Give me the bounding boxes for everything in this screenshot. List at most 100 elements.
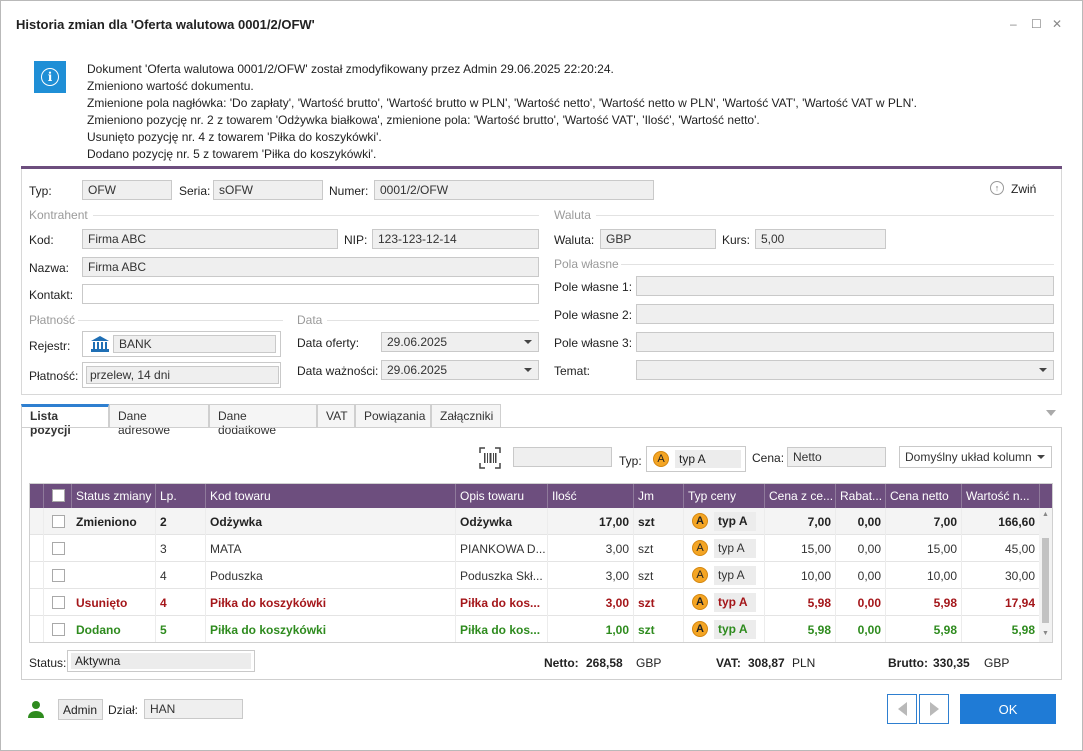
row-checkbox[interactable]: [52, 623, 65, 636]
tab-vat[interactable]: VAT: [317, 404, 355, 428]
barcode-icon[interactable]: [479, 447, 501, 469]
tab-dane-adresowe[interactable]: Dane adresowe: [109, 404, 209, 437]
scroll-down-icon[interactable]: ▼: [1042, 630, 1049, 637]
waluta-field[interactable]: GBP: [600, 229, 716, 249]
table-row[interactable]: 3 MATA PIANKOWA D... 3,00 szt Atyp A 15,00 0,00…: [30, 535, 1040, 562]
cell-cena_z: 10,00: [765, 562, 836, 589]
row-checkbox[interactable]: [52, 596, 65, 609]
user-icon: [27, 700, 45, 718]
minimize-icon[interactable]: –: [1010, 17, 1017, 31]
col-opis-towaru[interactable]: Opis towaru: [456, 484, 548, 508]
seria-field[interactable]: sOFW: [213, 180, 323, 200]
user-field[interactable]: Admin: [58, 699, 103, 720]
row-indicator: [30, 616, 44, 642]
scrollbar-thumb[interactable]: [1042, 538, 1049, 623]
ok-button[interactable]: OK: [960, 694, 1056, 724]
select-all-checkbox[interactable]: [52, 489, 65, 502]
col-status[interactable]: Status zmiany: [72, 484, 156, 508]
collapse-button[interactable]: Zwiń: [1011, 182, 1036, 196]
price-type-value: typ A: [714, 593, 756, 612]
kontakt-field[interactable]: [82, 284, 539, 304]
data-oferty-value: 29.06.2025: [387, 335, 448, 349]
cena-field[interactable]: Netto: [787, 447, 886, 467]
cell-cena_z: 5,98: [765, 589, 836, 616]
cell-cena_z: 5,98: [765, 616, 836, 642]
col-wartosc-netto[interactable]: Wartość n...: [962, 484, 1040, 508]
toolbar-typ-field[interactable]: A typ A: [646, 446, 746, 472]
table-row[interactable]: 4 Poduszka Poduszka Skł... 3,00 szt Atyp A 10,…: [30, 562, 1040, 589]
barcode-input[interactable]: [513, 447, 612, 467]
data-waznosci-field[interactable]: 29.06.2025: [381, 360, 539, 380]
scroll-up-icon[interactable]: ▲: [1042, 511, 1049, 518]
cell-rabat: 0,00: [836, 616, 886, 642]
collapse-icon[interactable]: ↑: [990, 181, 1004, 195]
tab-lista-pozycji[interactable]: Lista pozycji: [21, 404, 109, 437]
price-type-value: typ A: [714, 566, 756, 585]
grid-scrollbar[interactable]: ▲ ▼: [1039, 508, 1052, 642]
nazwa-label: Nazwa:: [29, 261, 70, 275]
col-cena-z-cennika[interactable]: Cena z ce...: [765, 484, 836, 508]
pole1-field[interactable]: [636, 276, 1054, 296]
price-type-badge-icon: A: [692, 513, 708, 529]
previous-button[interactable]: [887, 694, 917, 724]
row-checkbox[interactable]: [52, 542, 65, 555]
nazwa-field[interactable]: Firma ABC: [82, 257, 539, 277]
col-kod-towaru[interactable]: Kod towaru: [206, 484, 456, 508]
col-ilosc[interactable]: Ilość: [548, 484, 634, 508]
kurs-label: Kurs:: [722, 233, 751, 247]
table-row[interactable]: Usunięto 4 Piłka do koszykówki Piłka do kos…: [30, 589, 1040, 616]
temat-field[interactable]: [636, 360, 1054, 380]
cell-ilosc: 17,00: [548, 508, 634, 535]
numer-label: Numer:: [329, 184, 369, 198]
grid-header-indicator: [30, 484, 44, 508]
dropdown-arrow-icon[interactable]: [1039, 368, 1047, 372]
pole3-label: Pole własne 3:: [554, 336, 633, 350]
pole2-field[interactable]: [636, 304, 1054, 324]
table-row[interactable]: Dodano 5 Piłka do koszykówki Piłka do kos..…: [30, 616, 1040, 642]
col-typ-ceny[interactable]: Typ ceny: [684, 484, 765, 508]
bank-icon: [91, 336, 109, 352]
table-row[interactable]: Zmieniono 2 Odżywka Odżywka 17,00 szt Atyp A 7,…: [30, 508, 1040, 535]
dropdown-arrow-icon[interactable]: [524, 340, 532, 344]
status-field[interactable]: Aktywna: [67, 650, 255, 672]
data-waznosci-value: 29.06.2025: [387, 363, 448, 377]
dropdown-arrow-icon[interactable]: [524, 368, 532, 372]
data-section: Data: [297, 313, 323, 327]
kod-field[interactable]: Firma ABC: [82, 229, 338, 249]
tab-powiazania[interactable]: Powiązania: [355, 404, 431, 428]
kurs-field[interactable]: 5,00: [755, 229, 886, 249]
section-divider: [78, 320, 283, 321]
rejestr-field[interactable]: BANK: [82, 331, 281, 357]
row-indicator: [30, 508, 44, 535]
dropdown-arrow-icon[interactable]: [1037, 455, 1045, 459]
brutto-value: 330,35: [933, 656, 970, 670]
col-rabat[interactable]: Rabat...: [836, 484, 886, 508]
col-lp[interactable]: Lp.: [156, 484, 206, 508]
cell-netto: 5,98: [886, 589, 962, 616]
platnosc-field[interactable]: przelew, 14 dni: [82, 362, 281, 388]
data-oferty-field[interactable]: 29.06.2025: [381, 332, 539, 352]
dzial-field[interactable]: HAN: [144, 699, 243, 719]
typ-field[interactable]: OFW: [82, 180, 172, 200]
nip-field[interactable]: 123-123-12-14: [372, 229, 539, 249]
cell-ilosc: 3,00: [548, 562, 634, 589]
col-cena-netto[interactable]: Cena netto: [886, 484, 962, 508]
row-checkbox[interactable]: [52, 515, 65, 528]
cell-jm: szt: [634, 589, 684, 616]
close-icon[interactable]: ✕: [1052, 17, 1062, 31]
row-checkbox[interactable]: [52, 569, 65, 582]
next-button[interactable]: [919, 694, 949, 724]
maximize-icon[interactable]: ☐: [1031, 17, 1042, 31]
pole3-field[interactable]: [636, 332, 1054, 352]
col-jm[interactable]: Jm: [634, 484, 684, 508]
layout-select[interactable]: Domyślny układ kolumn: [899, 446, 1052, 468]
cell-status: Usunięto: [72, 589, 156, 616]
tab-dane-dodatkowe[interactable]: Dane dodatkowe: [209, 404, 317, 437]
tab-zalaczniki[interactable]: Załączniki: [431, 404, 501, 428]
numer-field[interactable]: 0001/2/OFW: [374, 180, 654, 200]
tabs-menu-icon[interactable]: [1046, 410, 1056, 416]
grid-header: Status zmiany Lp. Kod towaru Opis towaru…: [30, 484, 1052, 508]
waluta-section: Waluta: [554, 208, 591, 222]
toolbar-typ-value: typ A: [675, 450, 741, 468]
rejestr-value: BANK: [113, 335, 276, 353]
